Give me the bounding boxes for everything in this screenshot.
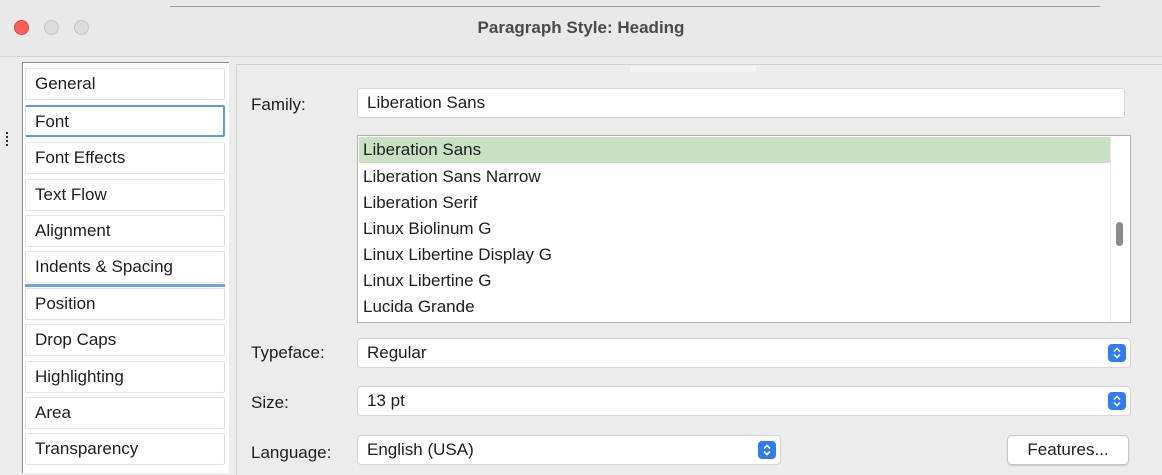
sidebar-item-drop-caps[interactable]: Drop Caps [25,324,225,356]
list-item[interactable]: Linux Libertine Display G [359,242,1111,268]
features-button[interactable]: Features... [1007,435,1129,465]
sidebar: General Font Font Effects Text Flow Alig… [22,62,229,473]
list-item[interactable]: Lucida Grande [359,294,1111,320]
list-item[interactable]: Linux Biolinum G [359,216,1111,242]
chevron-down-icon[interactable] [1108,344,1126,362]
sidebar-item-general[interactable]: General [25,68,225,100]
language-label: Language: [251,443,332,462]
list-scrollbar[interactable] [1110,137,1129,321]
chevron-down-icon[interactable] [758,441,776,459]
sidebar-item-font-effects[interactable]: Font Effects [25,142,225,174]
sidebar-item-font[interactable]: Font [25,105,225,137]
language-select[interactable]: English (USA) [357,435,781,465]
typeface-value: Regular [367,343,427,362]
sidebar-item-area[interactable]: Area [25,397,225,429]
sidebar-item-position[interactable]: Position [25,288,225,320]
size-value: 13 pt [367,391,405,410]
list-item[interactable]: Liberation Sans Narrow [359,164,1111,190]
sidebar-item-indents-spacing[interactable]: Indents & Spacing [25,251,225,283]
family-input[interactable]: Liberation Sans [357,88,1125,118]
sidebar-item-text-flow[interactable]: Text Flow [25,179,225,211]
language-value: English (USA) [367,440,474,459]
title-bar-divider [170,6,1100,7]
tab-notch [630,66,756,72]
font-family-list[interactable]: Liberation Sans Liberation Sans Narrow L… [357,135,1131,323]
scrollbar-thumb[interactable] [1116,222,1123,246]
sidebar-item-highlighting[interactable]: Highlighting [25,361,225,393]
list-item[interactable]: Linux Libertine G [359,268,1111,294]
chevron-down-icon[interactable] [1108,392,1126,410]
size-select[interactable]: 13 pt [357,386,1131,416]
typeface-label: Typeface: [251,343,325,362]
size-label: Size: [251,393,289,412]
list-item[interactable]: Liberation Serif [359,190,1111,216]
resize-handle-icon [6,132,11,146]
list-item[interactable]: Liberation Sans [359,137,1111,163]
title-bar: Paragraph Style: Heading [0,0,1162,57]
sidebar-drop-indicator [25,284,225,287]
sidebar-item-alignment[interactable]: Alignment [25,215,225,247]
sidebar-item-transparency[interactable]: Transparency [25,433,225,465]
typeface-select[interactable]: Regular [357,338,1131,368]
family-label: Family: [251,95,306,114]
window-title: Paragraph Style: Heading [477,18,685,37]
